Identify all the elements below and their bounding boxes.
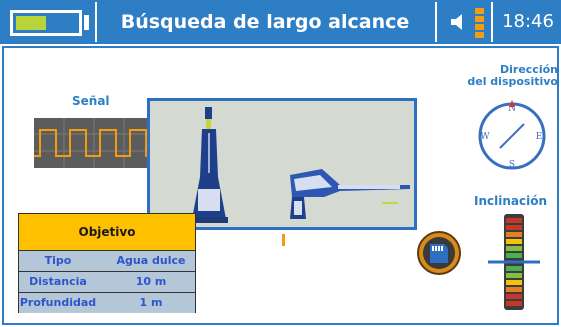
divider [95,2,97,42]
detector-gun-icon [290,169,410,219]
target-info-panel: Objetivo Tipo Agua dulce Distancia 10 m … [18,213,196,313]
battery-level-fill [16,16,46,30]
volume-level-indicator[interactable] [474,8,485,38]
signal-label: Señal [72,94,110,108]
speaker-icon[interactable] [449,12,469,32]
device-view-panel [147,98,417,230]
status-bar: Búsqueda de largo alcance 18:46 [0,0,561,44]
battery-indicator [10,10,82,36]
compass-s: S [509,160,515,170]
row-value: Agua dulce [116,254,186,267]
row-value: 1 m [139,296,163,309]
sd-card-icon[interactable] [416,230,462,276]
inclination-label: Inclinación [474,194,548,208]
battery-tip [84,15,89,30]
detector-probe-icon [190,107,228,223]
table-row: Distancia 10 m [19,271,195,292]
row-value: 10 m [135,275,167,288]
inclination-gauge [488,214,540,310]
signal-waveform [34,118,154,168]
device-direction-label: Dirección del dispositivo [467,63,558,88]
clock-time: 18:46 [502,11,554,32]
row-key: Profundidad [19,296,97,309]
target-header: Objetivo [19,214,195,250]
compass-e: E [536,132,543,142]
divider [435,2,437,42]
page-title: Búsqueda de largo alcance [120,11,410,33]
compass-w: W [480,132,490,142]
table-row: Profundidad 1 m [19,292,195,313]
table-row: Tipo Agua dulce [19,250,195,271]
position-marker [282,234,285,246]
row-key: Distancia [29,275,87,288]
row-key: Tipo [44,254,72,267]
divider [491,2,493,42]
compass-icon: N E S W [478,100,546,170]
